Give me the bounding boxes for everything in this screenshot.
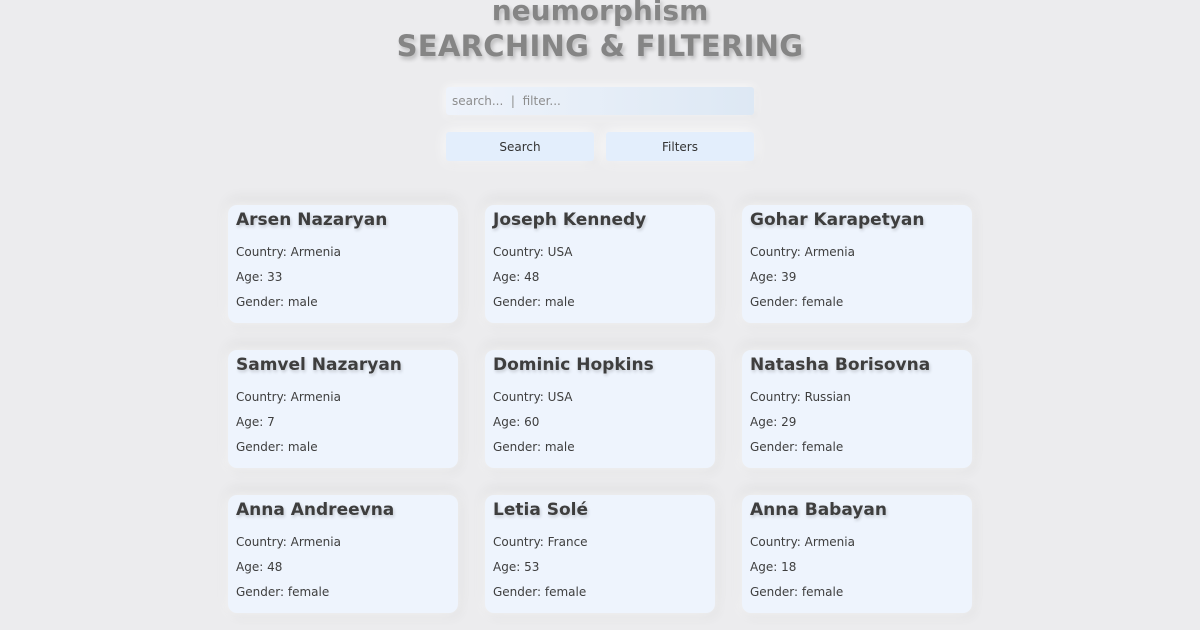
person-name: Joseph Kennedy	[493, 210, 647, 230]
person-age: Age: 33	[236, 270, 283, 284]
person-age: Age: 60	[493, 415, 540, 429]
person-card: Natasha Borisovna Country: Russian Age: …	[742, 350, 972, 468]
person-country: Country: Armenia	[750, 535, 855, 549]
person-gender: Gender: female	[750, 440, 844, 454]
person-country: Country: Russian	[750, 390, 851, 404]
person-gender: Gender: male	[493, 440, 575, 454]
person-name: Gohar Karapetyan	[750, 210, 925, 230]
person-name: Samvel Nazaryan	[236, 355, 402, 375]
page-title: SEARCHING & FILTERING	[396, 29, 804, 63]
person-age: Age: 48	[236, 560, 283, 574]
person-card: Arsen Nazaryan Country: Armenia Age: 33 …	[228, 205, 458, 323]
person-gender: Gender: male	[493, 295, 575, 309]
person-age: Age: 7	[236, 415, 275, 429]
person-gender: Gender: female	[750, 295, 844, 309]
person-gender: Gender: female	[236, 585, 330, 599]
person-gender: Gender: male	[236, 295, 318, 309]
person-age: Age: 29	[750, 415, 797, 429]
person-age: Age: 18	[750, 560, 797, 574]
person-gender: Gender: female	[750, 585, 844, 599]
search-input[interactable]	[446, 87, 754, 115]
person-country: Country: USA	[493, 245, 573, 259]
person-country: Country: USA	[493, 390, 573, 404]
person-country: Country: Armenia	[750, 245, 855, 259]
person-country: Country: Armenia	[236, 390, 341, 404]
person-country: Country: Armenia	[236, 245, 341, 259]
person-card: Gohar Karapetyan Country: Armenia Age: 3…	[742, 205, 972, 323]
search-button[interactable]: Search	[446, 132, 594, 161]
person-card: Samvel Nazaryan Country: Armenia Age: 7 …	[228, 350, 458, 468]
person-card: Dominic Hopkins Country: USA Age: 60 Gen…	[485, 350, 715, 468]
person-gender: Gender: female	[493, 585, 587, 599]
people-card-grid: Arsen Nazaryan Country: Armenia Age: 33 …	[228, 205, 972, 613]
person-age: Age: 48	[493, 270, 540, 284]
person-name: Dominic Hopkins	[493, 355, 654, 375]
filters-button[interactable]: Filters	[606, 132, 754, 161]
person-name: Letia Solé	[493, 500, 588, 520]
person-age: Age: 39	[750, 270, 797, 284]
person-name: Anna Babayan	[750, 500, 887, 520]
person-age: Age: 53	[493, 560, 540, 574]
person-name: Anna Andreevna	[236, 500, 395, 520]
page-subtitle: neumorphism	[491, 0, 709, 27]
person-card: Letia Solé Country: France Age: 53 Gende…	[485, 495, 715, 613]
person-card: Anna Babayan Country: Armenia Age: 18 Ge…	[742, 495, 972, 613]
person-gender: Gender: male	[236, 440, 318, 454]
person-name: Natasha Borisovna	[750, 355, 931, 375]
person-name: Arsen Nazaryan	[236, 210, 388, 230]
person-card: Anna Andreevna Country: Armenia Age: 48 …	[228, 495, 458, 613]
person-card: Joseph Kennedy Country: USA Age: 48 Gend…	[485, 205, 715, 323]
person-country: Country: France	[493, 535, 588, 549]
person-country: Country: Armenia	[236, 535, 341, 549]
